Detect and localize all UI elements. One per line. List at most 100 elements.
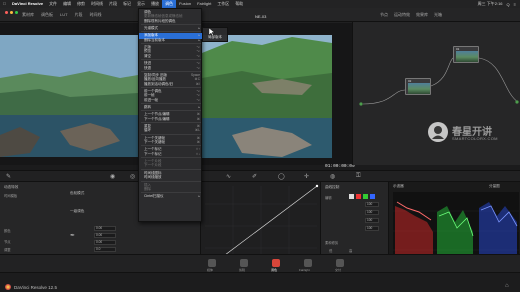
scope-mode[interactable]: 分量图 xyxy=(489,184,500,189)
menubar-item-1[interactable]: 文件 xyxy=(46,0,60,8)
notification-center-icon[interactable]: ≡ xyxy=(514,2,516,7)
tracker-icon[interactable]: ✛ xyxy=(304,173,309,180)
zoom-window-button[interactable] xyxy=(15,11,18,14)
channel-y-swatch[interactable] xyxy=(349,194,354,199)
menubar-item-4[interactable]: 时间线 xyxy=(88,0,106,8)
toolbar-tab-lightbox[interactable]: 光箱 xyxy=(434,12,442,18)
toolbar-tab-openfx[interactable]: 运动特效 xyxy=(394,12,410,18)
menu-item-47[interactable]: Cintel扫描仪 ▸ xyxy=(139,194,203,199)
menubar-item-2[interactable]: 编辑 xyxy=(60,0,74,8)
param-field-2[interactable]: 0.00 xyxy=(94,233,116,238)
toolbar-tab-lut[interactable]: LUT xyxy=(60,12,68,18)
primary-title: 一级调色 xyxy=(70,209,85,213)
curve-value-g[interactable]: 100 xyxy=(365,218,379,223)
window-icon[interactable]: ◯ xyxy=(278,173,285,180)
minimize-window-button[interactable] xyxy=(10,11,13,14)
menubar-item-10[interactable]: Fusion xyxy=(176,0,194,8)
apple-menu[interactable]:  xyxy=(0,0,9,8)
viewer-image-right[interactable] xyxy=(202,23,352,165)
camera-raw-icon[interactable]: ◉ xyxy=(110,173,115,180)
color-match-icon[interactable]: ◎ xyxy=(130,173,135,180)
edit-page-icon[interactable] xyxy=(240,259,248,267)
status-bar xyxy=(0,272,520,292)
home-icon[interactable]: ⌂ xyxy=(505,283,509,289)
menu-separator xyxy=(141,86,201,88)
viewer-image-left[interactable] xyxy=(0,23,138,165)
menu-separator xyxy=(141,24,201,26)
menubar-item-8[interactable]: 播放 xyxy=(148,0,162,8)
menu-item-label: 快退 xyxy=(144,65,151,70)
menubar-item-6[interactable]: 标记 xyxy=(120,0,134,8)
channel-g-swatch[interactable] xyxy=(363,194,368,199)
eyedropper-icon[interactable]: ✒ xyxy=(70,232,75,239)
resolve-logo-icon xyxy=(5,284,11,290)
pencil-icon[interactable]: ✎ xyxy=(6,173,11,180)
toolbar-tab-gallery[interactable]: 调色板 xyxy=(41,12,53,18)
page-tabs-bar: 媒体 剪辑 调色 Fairlight 交付 xyxy=(0,254,520,272)
curves-icon[interactable]: ∿ xyxy=(226,173,231,180)
camera-raw-title: 动态特效 xyxy=(4,185,19,189)
menu-item-label: 下一个标记 xyxy=(144,151,162,156)
node-02[interactable]: 02 xyxy=(405,78,431,95)
toolbar-tab-clips[interactable]: 片段 xyxy=(75,12,83,18)
landscape-image-right xyxy=(202,23,352,165)
channel-r-swatch[interactable] xyxy=(356,194,361,199)
menubar-status-area: 周三 下午2:16 Q ≡ xyxy=(478,0,516,8)
node-editor[interactable]: 01 02 xyxy=(352,22,520,165)
curve-value-r[interactable]: 100 xyxy=(365,210,379,215)
toolbar-tabs: 素材库 调色板 LUT 片段 时间线 xyxy=(22,12,102,18)
scope-title: 示波器 xyxy=(393,184,404,188)
param-field-4[interactable]: 0.0 xyxy=(94,247,116,252)
toolbar-tab-timeline[interactable]: 时间线 xyxy=(90,12,102,18)
toolbar-tab-nodes[interactable]: 节点 xyxy=(380,12,388,18)
deliver-page-icon[interactable] xyxy=(336,259,344,267)
channel-b-swatch[interactable] xyxy=(370,194,375,199)
menu-separator xyxy=(141,122,201,123)
low-label: 低 xyxy=(329,249,333,253)
mouse-cursor-icon xyxy=(209,28,215,36)
menubar-item-9[interactable]: 调色 xyxy=(162,0,177,8)
menubar-item-7[interactable]: 显示 xyxy=(134,0,148,8)
color-dropdown-menu: 调色 更新静态帧信息或静态帧 删除现有片段的调色 光谱模式 ▸ 添加版本 ▸ 删除当前版本 ▸ 正… xyxy=(138,8,203,222)
close-window-button[interactable] xyxy=(5,11,8,14)
submenu-item-local-version[interactable]: 局部版本 xyxy=(203,35,229,40)
qualifier-icon[interactable]: ✐ xyxy=(252,173,257,180)
viewer-timecode: 01:00:00:09 xyxy=(325,164,355,169)
app-name: DaVinci Resolve 12.5 xyxy=(14,285,57,290)
param-field-3[interactable]: 0.00 xyxy=(94,240,116,245)
spotlight-icon[interactable]: Q xyxy=(507,2,510,7)
color-page-icon[interactable] xyxy=(272,259,280,267)
menubar-item-5[interactable]: 片段 xyxy=(106,0,120,8)
menu-item-label: 删除 xyxy=(144,186,151,191)
fairlight-page-icon[interactable] xyxy=(304,259,312,267)
curve-value-y[interactable]: 100 xyxy=(365,202,379,207)
key-icon[interactable]: ⚿ xyxy=(356,173,361,180)
menu-item-label: 下一个节点/编辑 xyxy=(144,116,170,121)
submenu-item-1[interactable] xyxy=(203,29,229,34)
menu-item-label: 光谱模式 xyxy=(144,26,158,31)
menu-item-label: 时间线缩放 xyxy=(144,175,162,180)
param-field-1[interactable]: 0.00 xyxy=(94,226,116,231)
menubar-item-3[interactable]: 修剪 xyxy=(74,0,88,8)
curve-value-b[interactable]: 100 xyxy=(365,226,379,231)
menu-item-label: 清空 xyxy=(144,53,151,58)
menu-item-label: 循环 xyxy=(144,128,151,133)
menu-separator xyxy=(141,43,201,45)
media-page-icon[interactable] xyxy=(208,259,216,267)
menubar-item-0[interactable]: DaVinci Resolve xyxy=(9,0,46,8)
submenu-arrow-icon: ▸ xyxy=(198,194,200,199)
palette-tools-strip: ✎ ◉ ◎ ⊕ ∿ ✐ ◯ ✛ ◍ ⚿ xyxy=(0,170,520,182)
menubar-item-12[interactable]: 工作区 xyxy=(214,0,232,8)
left-label-3: 节点 xyxy=(4,240,11,244)
menu-item-label: Cintel扫描仪 xyxy=(144,194,164,199)
node-01[interactable]: 01 xyxy=(453,46,479,63)
toolbar-tab-media-pool[interactable]: 素材库 xyxy=(22,12,34,18)
left-label-4: 调整 xyxy=(4,248,11,252)
left-label-2: 颜色 xyxy=(4,229,11,233)
menu-separator xyxy=(141,70,201,72)
menubar-item-11[interactable]: Fairlight xyxy=(194,0,214,8)
blur-icon[interactable]: ◍ xyxy=(330,173,335,180)
toolbar-tab-library[interactable]: 效果库 xyxy=(416,12,428,18)
menu-separator xyxy=(141,168,201,170)
menubar-item-13[interactable]: 帮助 xyxy=(232,0,246,8)
